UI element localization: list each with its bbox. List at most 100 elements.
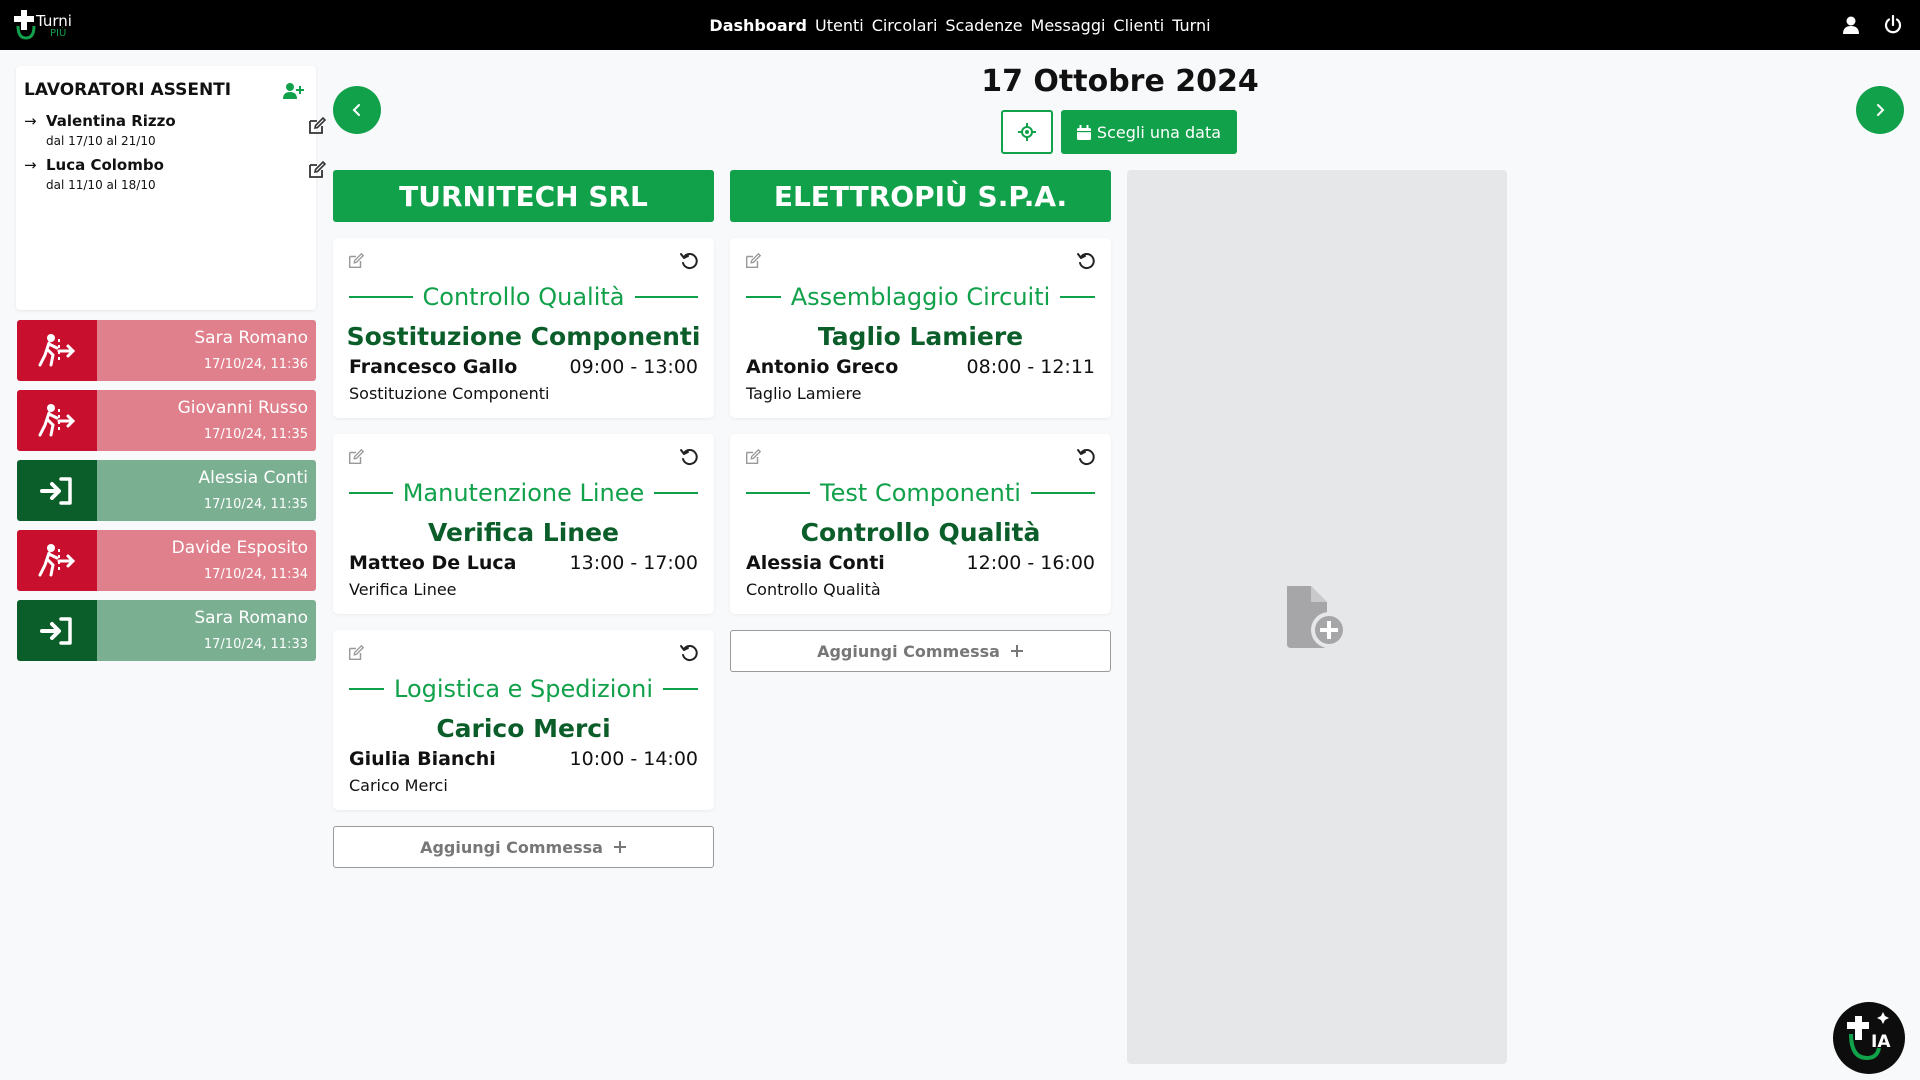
divider [746,492,810,494]
edit-icon[interactable] [307,160,327,180]
company-header-elettropiu: ELETTROPIÙ S.P.A. [730,170,1111,222]
job-card: Assemblaggio Circuiti Taglio Lamiere Ant… [730,238,1111,418]
job-hours: 09:00 - 13:00 [570,356,698,378]
nav-turni[interactable]: Turni [1172,16,1210,35]
log-name: Alessia Conti [198,468,308,488]
top-navbar: Turni PIÙ Dashboard Utenti Circolari Sca… [0,0,1920,50]
job-task: Verifica Linee [333,518,714,547]
attendance-log-item[interactable]: Davide Esposito 17/10/24, 11:34 [17,530,316,591]
arrow-right-icon: → [24,156,37,174]
job-worker: Antonio Greco [746,356,898,378]
log-time: 17/10/24, 11:34 [204,567,308,582]
exit-running-icon [37,543,77,579]
edit-icon[interactable] [307,116,327,136]
job-section: Controllo Qualità [423,283,625,311]
attendance-log-item[interactable]: Sara Romano 17/10/24, 11:36 [17,320,316,381]
exit-running-icon [37,333,77,369]
job-worker: Giulia Bianchi [349,748,496,770]
user-icon[interactable] [1840,14,1862,36]
reset-icon[interactable] [679,643,699,663]
log-name: Sara Romano [194,608,308,628]
ai-logo-icon [1833,1002,1905,1074]
next-day-button[interactable] [1856,86,1904,134]
entry-icon [40,476,74,506]
job-task: Taglio Lamiere [730,322,1111,351]
nav-utenti[interactable]: Utenti [815,16,864,35]
log-time: 17/10/24, 11:36 [204,357,308,372]
edit-icon[interactable] [744,448,762,466]
nav-scadenze[interactable]: Scadenze [945,16,1022,35]
edit-icon[interactable] [744,252,762,270]
nav-menu: Dashboard Utenti Circolari Scadenze Mess… [0,0,1920,50]
job-hours: 10:00 - 14:00 [570,748,698,770]
divider [1060,296,1095,298]
job-task: Controllo Qualità [730,518,1111,547]
attendance-log-item[interactable]: Giovanni Russo 17/10/24, 11:35 [17,390,316,451]
add-job-button[interactable]: Aggiungi Commessa [730,630,1111,672]
chevron-left-icon [350,103,364,117]
job-section: Assemblaggio Circuiti [791,283,1051,311]
log-name: Sara Romano [194,328,308,348]
log-time: 17/10/24, 11:35 [204,497,308,512]
job-section: Logistica e Spedizioni [394,675,653,703]
reset-icon[interactable] [1076,447,1096,467]
add-user-icon[interactable] [282,81,304,101]
add-document-icon[interactable] [1279,582,1351,654]
nav-circolari[interactable]: Circolari [872,16,938,35]
job-hours: 08:00 - 12:11 [967,356,1095,378]
today-button[interactable] [1001,110,1053,154]
absent-item: → Luca Colombo dal 11/10 al 18/10 [24,154,308,198]
edit-icon[interactable] [347,448,365,466]
divider [349,688,384,690]
nav-clienti[interactable]: Clienti [1113,16,1164,35]
job-description: Carico Merci [349,776,448,795]
exit-running-icon [37,403,77,439]
absent-range: dal 11/10 al 18/10 [46,178,156,192]
attendance-log-item[interactable]: Sara Romano 17/10/24, 11:33 [17,600,316,661]
reset-icon[interactable] [1076,251,1096,271]
reset-icon[interactable] [679,447,699,467]
absent-workers-title: LAVORATORI ASSENTI [24,80,231,100]
log-time: 17/10/24, 11:35 [204,427,308,442]
job-description: Verifica Linee [349,580,457,599]
attendance-log-item[interactable]: Alessia Conti 17/10/24, 11:35 [17,460,316,521]
plus-icon [613,840,627,854]
divider [1031,492,1095,494]
add-job-label: Aggiungi Commessa [817,642,1000,661]
ai-assistant-button[interactable]: IA [1833,1002,1905,1074]
reset-icon[interactable] [679,251,699,271]
job-task: Sostituzione Componenti [333,322,714,351]
arrow-right-icon: → [24,112,37,130]
previous-day-button[interactable] [333,86,381,134]
choose-date-button[interactable]: Scegli una data [1061,110,1237,154]
job-card: Manutenzione Linee Verifica Linee Matteo… [333,434,714,614]
edit-icon[interactable] [347,252,365,270]
job-hours: 12:00 - 16:00 [967,552,1095,574]
current-date-title: 17 Ottobre 2024 [900,64,1340,99]
edit-icon[interactable] [347,644,365,662]
job-description: Controllo Qualità [746,580,881,599]
nav-dashboard[interactable]: Dashboard [709,16,807,35]
power-icon[interactable] [1882,14,1904,36]
job-section: Test Componenti [820,479,1021,507]
ai-label: IA [1871,1032,1890,1052]
chevron-right-icon [1873,103,1887,117]
job-card: Test Componenti Controllo Qualità Alessi… [730,434,1111,614]
job-description: Taglio Lamiere [746,384,862,403]
job-worker: Francesco Gallo [349,356,517,378]
divider [663,688,698,690]
job-hours: 13:00 - 17:00 [570,552,698,574]
add-job-button[interactable]: Aggiungi Commessa [333,826,714,868]
job-task: Carico Merci [333,714,714,743]
calendar-icon [1077,125,1091,140]
job-worker: Matteo De Luca [349,552,516,574]
company-header-turnitech: TURNITECH SRL [333,170,714,222]
nav-messaggi[interactable]: Messaggi [1031,16,1106,35]
divider [349,492,393,494]
plus-icon [1010,644,1024,658]
divider [746,296,781,298]
entry-icon [40,616,74,646]
crosshair-icon [1018,123,1036,141]
divider [654,492,698,494]
add-company-column[interactable] [1127,170,1507,1064]
